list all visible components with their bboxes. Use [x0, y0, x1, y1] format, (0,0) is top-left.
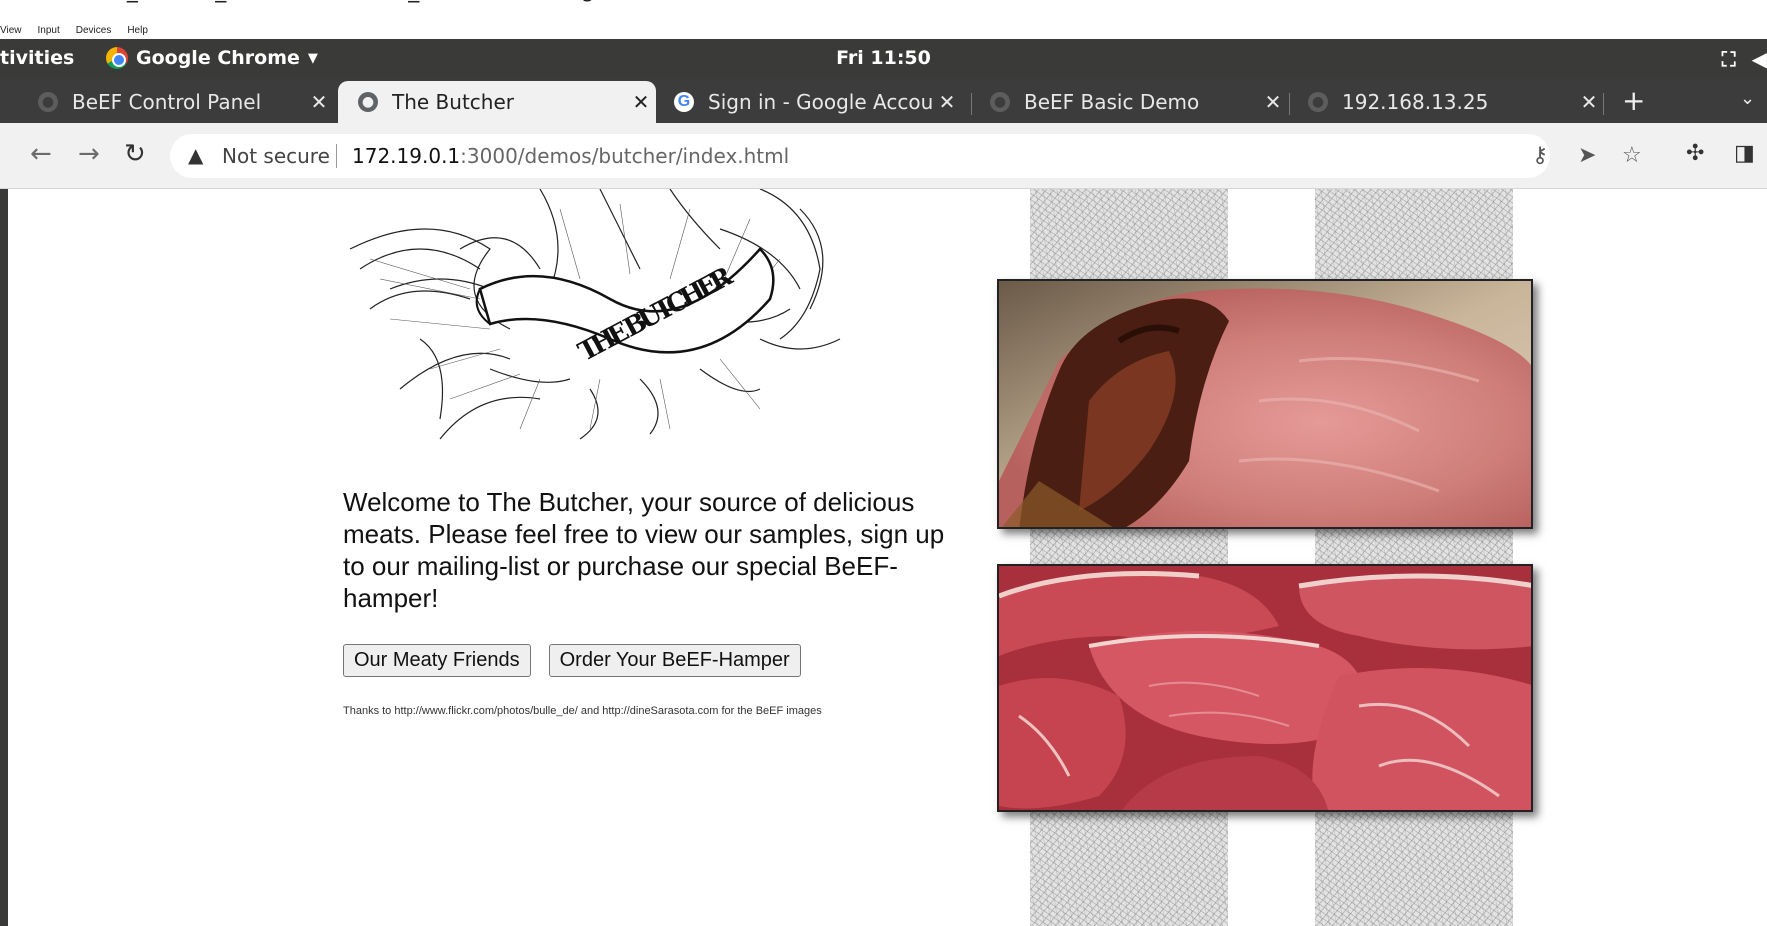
tab-beef-basic-demo[interactable]: ● BeEF Basic Demo ✕ — [970, 81, 1288, 123]
globe-icon: ● — [990, 92, 1010, 112]
network-icon[interactable]: ⛶ — [1722, 47, 1736, 71]
host-menu-help[interactable]: Help — [127, 25, 148, 36]
tab-title: The Butcher — [392, 90, 514, 114]
system-tray[interactable]: ⛶ ◀ — [1722, 47, 1767, 71]
host-menubar: View Input Devices Help — [0, 22, 1767, 39]
host-menu-input[interactable]: Input — [38, 25, 60, 36]
main-content: Welcome to The Butcher, your source of d… — [343, 486, 973, 717]
host-menu-devices[interactable]: Devices — [76, 25, 112, 36]
page-viewport: THE BUTCHER Welcome to The Butcher, your… — [0, 189, 1767, 926]
tab-title: Sign in - Google Accou — [708, 90, 932, 114]
volume-icon[interactable]: ◀ — [1752, 47, 1767, 71]
send-icon[interactable]: ➤ — [1578, 143, 1596, 168]
tab-title: 192.168.13.25 — [1342, 90, 1489, 114]
order-beef-hamper-button[interactable]: Order Your BeEF-Hamper — [548, 644, 801, 677]
host-menu-view[interactable]: View — [0, 25, 22, 36]
tab-search-chevron-icon[interactable]: ⌄ — [1740, 88, 1755, 109]
key-icon[interactable]: ⚷ — [1532, 143, 1548, 168]
our-meaty-friends-button[interactable]: Our Meaty Friends — [343, 644, 531, 677]
back-arrow-icon[interactable]: ← — [30, 139, 52, 169]
extensions-puzzle-icon[interactable]: ✣ — [1686, 141, 1704, 166]
tab-separator — [1603, 93, 1604, 115]
url-path: :3000/demos/butcher/index.html — [460, 144, 790, 168]
browser-toolbar: ← → ↻ ▲ Not secure 172.19.0.1:3000/demos… — [0, 123, 1767, 189]
close-icon[interactable]: ✕ — [932, 90, 962, 114]
forward-arrow-icon[interactable]: → — [78, 139, 100, 169]
image-credits: Thanks to http://www.flickr.com/photos/b… — [343, 705, 822, 717]
close-icon[interactable]: ✕ — [304, 90, 334, 114]
tab-google-sign-in[interactable]: G Sign in - Google Accou ✕ — [654, 81, 962, 123]
google-g-icon: G — [674, 92, 694, 112]
tab-title: BeEF Control Panel — [72, 90, 262, 114]
raw-steaks-photo — [997, 564, 1533, 812]
omnibox-divider — [336, 144, 337, 168]
tab-strip: ● BeEF Control Panel ✕ ● The Butcher ✕ G… — [0, 79, 1767, 123]
reload-icon[interactable]: ↻ — [124, 139, 146, 169]
bookmark-star-icon[interactable]: ☆ — [1622, 143, 1642, 168]
butcher-logo: THE BUTCHER — [340, 189, 900, 449]
close-icon[interactable]: ✕ — [626, 90, 656, 114]
url-host: 172.19.0.1 — [352, 144, 461, 168]
roast-beef-photo — [997, 279, 1533, 529]
tab-title: BeEF Basic Demo — [1024, 90, 1200, 114]
warning-triangle-icon[interactable]: ▲ — [188, 143, 203, 167]
action-buttons: Our Meaty Friends Order Your BeEF-Hamper — [343, 644, 973, 677]
host-window-title: Downloads_default_1644285107934_62949 [R… — [0, 0, 1767, 8]
window-left-edge — [0, 189, 8, 926]
security-label[interactable]: Not secure — [222, 144, 330, 168]
tab-beef-control-panel[interactable]: ● BeEF Control Panel ✕ — [18, 81, 334, 123]
globe-icon: ● — [1308, 92, 1328, 112]
clock[interactable]: Fri 11:50 — [0, 47, 1767, 69]
tab-ip-address[interactable]: ● 192.168.13.25 ✕ — [1288, 81, 1604, 123]
tab-the-butcher[interactable]: ● The Butcher ✕ — [338, 81, 656, 123]
new-tab-plus-icon[interactable]: + — [1622, 84, 1645, 117]
globe-icon: ● — [38, 92, 58, 112]
globe-icon: ● — [358, 92, 378, 112]
ubuntu-top-bar: tivities Google Chrome ▼ Fri 11:50 ⛶ ◀ — [0, 39, 1767, 79]
address-bar[interactable]: ▲ Not secure 172.19.0.1:3000/demos/butch… — [170, 134, 1642, 178]
side-panel-icon[interactable]: ◨ — [1734, 141, 1755, 166]
url-text[interactable]: 172.19.0.1:3000/demos/butcher/index.html — [352, 144, 789, 168]
welcome-text: Welcome to The Butcher, your source of d… — [343, 487, 945, 613]
close-icon[interactable]: ✕ — [1574, 90, 1604, 114]
close-icon[interactable]: ✕ — [1258, 90, 1288, 114]
